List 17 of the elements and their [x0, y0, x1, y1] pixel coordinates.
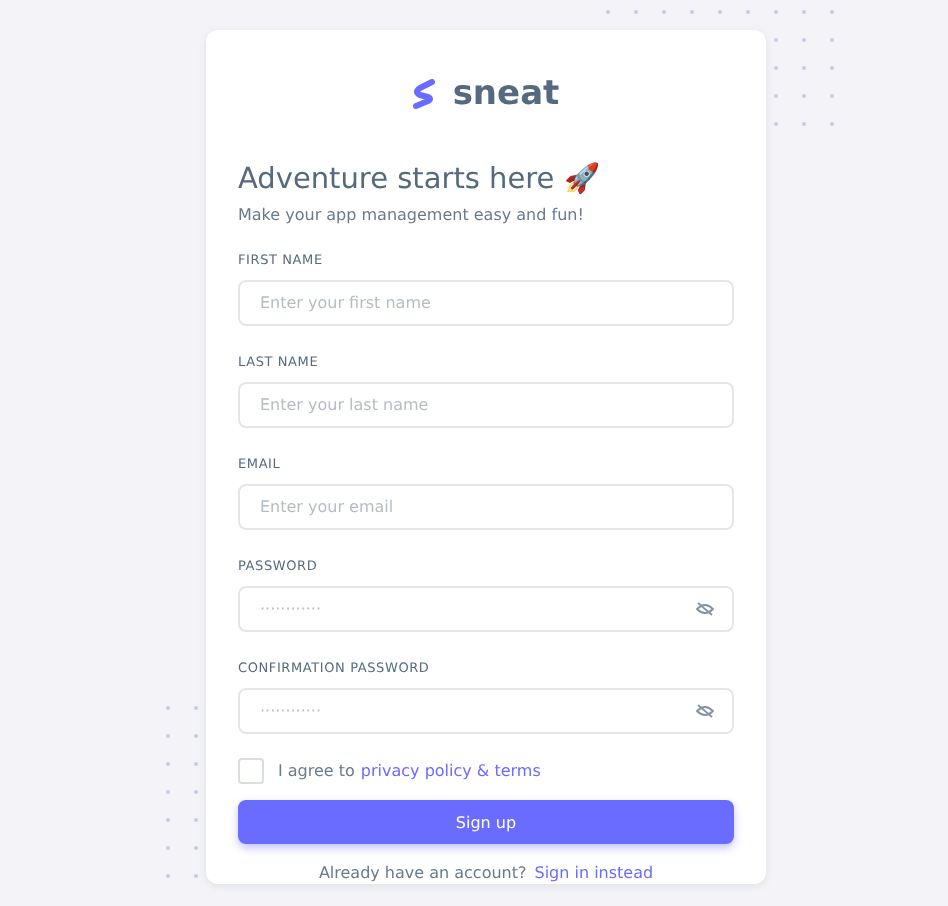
terms-link[interactable]: privacy policy & terms [360, 762, 541, 780]
heading: Adventure starts here 🚀 [238, 162, 602, 196]
password-field[interactable]: ············ [238, 586, 734, 632]
input-field[interactable]: Enter your first name [238, 280, 734, 326]
input-field[interactable]: Enter your last name [238, 382, 734, 428]
password-field[interactable]: ············ [238, 688, 734, 734]
agree-text: I agree to [278, 762, 355, 780]
brand-name: sneat [452, 74, 560, 114]
subheading: Make your app management easy and fun! [238, 206, 586, 224]
eye-off-icon[interactable] [696, 602, 714, 616]
signin-link[interactable]: Sign in instead [534, 864, 654, 882]
eye-off-icon[interactable] [696, 704, 714, 718]
footer-text: Already have an account? [318, 864, 527, 882]
checkbox[interactable] [238, 758, 264, 784]
input-field[interactable]: Enter your email [238, 484, 734, 530]
signup-button[interactable]: Sign up [238, 800, 734, 844]
logo-icon [412, 78, 437, 110]
